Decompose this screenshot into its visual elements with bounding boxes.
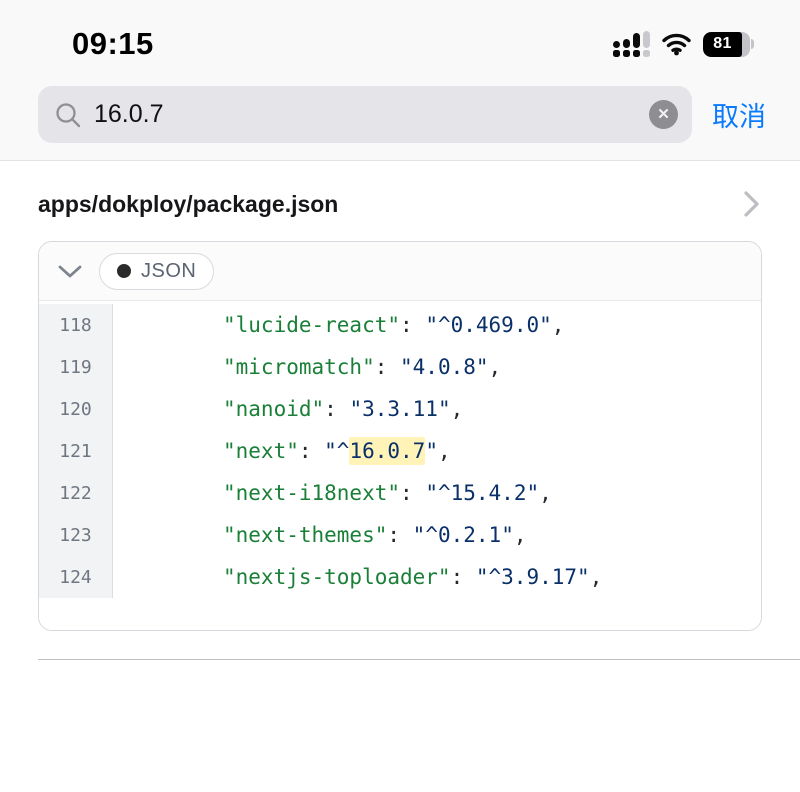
- status-time: 09:15: [72, 26, 154, 62]
- status-bar: 09:15 81: [0, 0, 800, 78]
- wifi-icon: [661, 32, 692, 56]
- search-icon: [54, 101, 82, 129]
- search-row: 16.0.7 ✕ 取消: [0, 78, 800, 143]
- code-text: "next-themes": "^0.2.1",: [113, 514, 761, 556]
- status-icons: 81: [613, 31, 754, 57]
- line-number: 119: [39, 346, 113, 388]
- code-text: "next-i18next": "^15.4.2",: [113, 472, 761, 514]
- code-line: 121 "next": "^16.0.7",: [39, 430, 761, 472]
- search-results: apps/dokploy/package.json JSON 118 "luci…: [0, 161, 800, 660]
- ios-header: 09:15 81: [0, 0, 800, 161]
- code-line: 122 "next-i18next": "^15.4.2",: [39, 472, 761, 514]
- line-number: 118: [39, 304, 113, 346]
- line-number: 123: [39, 514, 113, 556]
- clear-x-icon: ✕: [657, 107, 670, 122]
- code-text: "lucide-react": "^0.469.0",: [113, 304, 761, 346]
- language-badge: JSON: [99, 253, 214, 290]
- line-number: 120: [39, 388, 113, 430]
- code-lines: 118 "lucide-react": "^0.469.0", 119 "mic…: [39, 301, 761, 598]
- line-number: 124: [39, 556, 113, 598]
- cancel-button[interactable]: 取消: [712, 95, 766, 134]
- code-line: 123 "next-themes": "^0.2.1",: [39, 514, 761, 556]
- line-number: 122: [39, 472, 113, 514]
- code-line: 119 "micromatch": "4.0.8",: [39, 346, 761, 388]
- clear-search-button[interactable]: ✕: [649, 100, 678, 129]
- code-text: "micromatch": "4.0.8",: [113, 346, 761, 388]
- collapse-chevron-down-icon[interactable]: [57, 264, 83, 279]
- code-snippet-card: JSON 118 "lucide-react": "^0.469.0", 119…: [38, 241, 762, 631]
- battery-icon: 81: [703, 32, 754, 57]
- line-number: 121: [39, 430, 113, 472]
- search-input[interactable]: 16.0.7 ✕: [38, 86, 692, 143]
- snippet-footer: [39, 598, 761, 630]
- code-text: "nanoid": "3.3.11",: [113, 388, 761, 430]
- code-line: 124 "nextjs-toploader": "^3.9.17",: [39, 556, 761, 598]
- file-result-row[interactable]: apps/dokploy/package.json: [0, 161, 800, 241]
- code-text: "nextjs-toploader": "^3.9.17",: [113, 556, 761, 598]
- cellular-signal-icon: [613, 31, 650, 57]
- search-query-text: 16.0.7: [94, 100, 637, 129]
- code-text: "next": "^16.0.7",: [113, 430, 761, 472]
- language-name: JSON: [141, 260, 196, 283]
- chevron-right-icon: [743, 189, 760, 219]
- snippet-header: JSON: [39, 242, 761, 301]
- battery-percent: 81: [713, 35, 731, 53]
- code-line: 120 "nanoid": "3.3.11",: [39, 388, 761, 430]
- section-divider: [38, 659, 800, 660]
- file-path: apps/dokploy/package.json: [38, 191, 338, 218]
- code-line: 118 "lucide-react": "^0.469.0",: [39, 304, 761, 346]
- language-dot-icon: [117, 264, 131, 278]
